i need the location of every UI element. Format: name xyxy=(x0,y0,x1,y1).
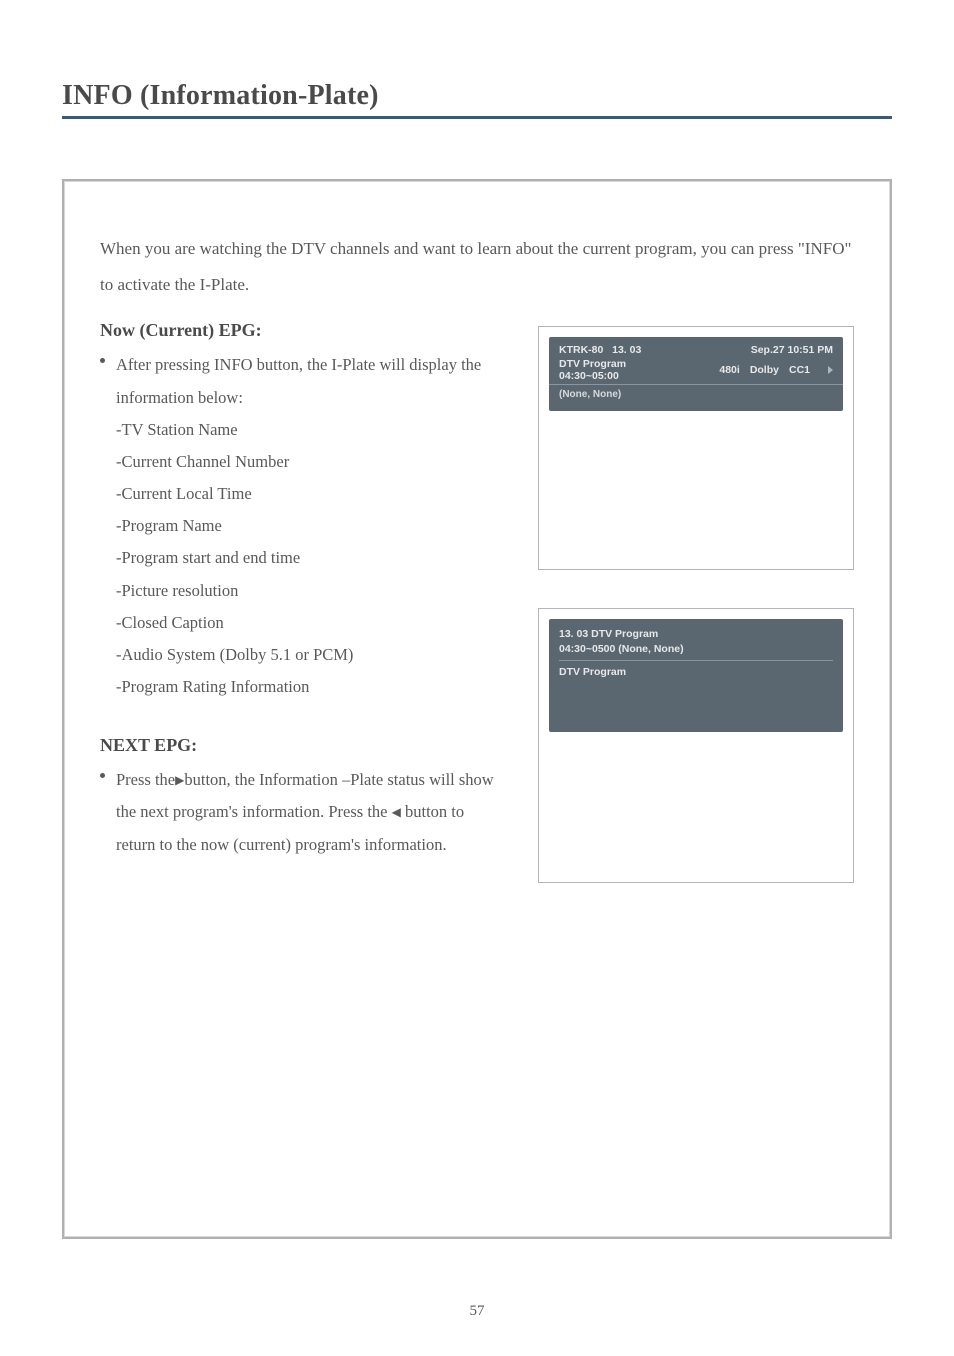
now-item-3: -Program Name xyxy=(100,510,500,542)
osd-now-row2: DTV Program 04:30~05:00 480i Dolby CC1 xyxy=(549,357,843,384)
osd-arrow-right-icon xyxy=(828,366,833,374)
next-bullet: Press the▶button, the Information –Plate… xyxy=(100,764,500,861)
now-bullet: After pressing INFO button, the I-Plate … xyxy=(100,349,500,413)
osd-next-line1a: 13. 03 DTV Program xyxy=(559,628,658,640)
osd-next-blank xyxy=(549,732,843,872)
osd-next-line1b: 04:30~0500 (None, None) xyxy=(559,643,684,655)
osd-resolution: 480i xyxy=(719,364,739,376)
osd-time-range: 04:30~05:00 xyxy=(559,370,619,382)
osd-rating: (None, None) xyxy=(549,385,843,406)
osd-program-time: DTV Program 04:30~05:00 xyxy=(559,358,719,382)
osd-channel: 13. 03 xyxy=(612,344,641,356)
page-number: 57 xyxy=(0,1303,954,1320)
page-title: INFO (Information-Plate) xyxy=(62,80,892,119)
osd-next-line1: 13. 03 DTV Program 04:30~0500 (None, Non… xyxy=(559,627,833,655)
now-item-8: -Program Rating Information xyxy=(100,671,500,703)
osd-next-line2: DTV Program xyxy=(559,666,833,678)
osd-datetime: Sep.27 10:51 PM xyxy=(751,344,833,356)
now-item-1: -Current Channel Number xyxy=(100,446,500,478)
osd-station: KTRK-80 xyxy=(559,344,603,356)
osd-tech-info: 480i Dolby CC1 xyxy=(719,364,833,376)
triangle-left-icon: ◀ xyxy=(392,806,401,818)
osd-separator xyxy=(559,660,833,661)
next-text-1: Press the xyxy=(116,770,175,789)
osd-program-name: DTV Program xyxy=(559,358,626,370)
osd-next-panel: 13. 03 DTV Program 04:30~0500 (None, Non… xyxy=(549,619,843,731)
next-bullet-text: Press the▶button, the Information –Plate… xyxy=(116,770,494,853)
now-heading: Now (Current) EPG: xyxy=(100,320,500,341)
osd-station-channel: KTRK-80 13. 03 xyxy=(559,344,641,356)
left-column: Now (Current) EPG: After pressing INFO b… xyxy=(100,320,500,920)
osd-cc: CC1 xyxy=(789,364,810,376)
intro-paragraph: When you are watching the DTV channels a… xyxy=(100,231,854,302)
osd-next-screenshot: 13. 03 DTV Program 04:30~0500 (None, Non… xyxy=(538,608,854,882)
next-heading: NEXT EPG: xyxy=(100,735,500,756)
now-item-0: -TV Station Name xyxy=(100,414,500,446)
bullet-icon xyxy=(100,773,105,778)
content-frame: When you are watching the DTV channels a… xyxy=(62,179,892,1239)
now-item-7: -Audio System (Dolby 5.1 or PCM) xyxy=(100,639,500,671)
now-item-5: -Picture resolution xyxy=(100,575,500,607)
bullet-icon xyxy=(100,358,105,363)
right-column: KTRK-80 13. 03 Sep.27 10:51 PM DTV Progr… xyxy=(538,320,854,920)
now-bullet-text: After pressing INFO button, the I-Plate … xyxy=(116,355,481,406)
two-column-layout: Now (Current) EPG: After pressing INFO b… xyxy=(100,320,854,920)
osd-now-panel: KTRK-80 13. 03 Sep.27 10:51 PM DTV Progr… xyxy=(549,337,843,411)
osd-now-header: KTRK-80 13. 03 Sep.27 10:51 PM xyxy=(549,337,843,357)
osd-now-blank xyxy=(549,411,843,559)
osd-now-screenshot: KTRK-80 13. 03 Sep.27 10:51 PM DTV Progr… xyxy=(538,326,854,570)
now-item-2: -Current Local Time xyxy=(100,478,500,510)
osd-audio: Dolby xyxy=(750,364,779,376)
now-item-4: -Program start and end time xyxy=(100,542,500,574)
now-item-6: -Closed Caption xyxy=(100,607,500,639)
triangle-right-icon: ▶ xyxy=(175,774,184,786)
